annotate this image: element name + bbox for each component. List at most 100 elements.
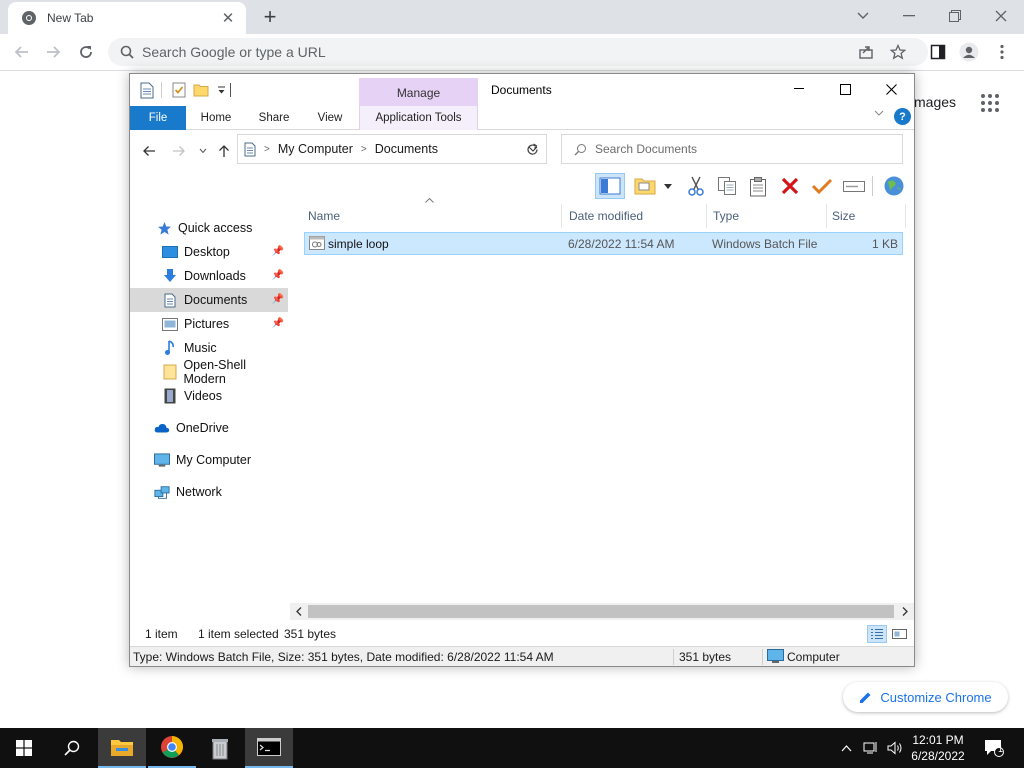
show-hidden-icons-button[interactable] [836,728,856,768]
column-type[interactable]: Type [709,204,827,228]
manage-context-tab[interactable]: Manage [359,78,478,107]
network-tray-icon[interactable] [860,728,882,768]
details-view-button[interactable] [867,625,887,643]
ribbon-tabs: File Home Share View Application Tools [130,106,914,130]
expand-ribbon-icon[interactable] [874,110,884,116]
up-button[interactable] [214,141,234,161]
tab-file[interactable]: File [130,106,186,130]
nav-documents[interactable]: Documents 📌 [130,288,288,312]
reload-button[interactable] [71,34,101,70]
network-icon [154,484,170,500]
folder-options-icon[interactable] [633,173,657,199]
horizontal-scrollbar[interactable] [290,603,914,620]
globe-icon[interactable] [880,173,908,199]
terminal-icon [257,738,281,756]
nav-onedrive[interactable]: OneDrive [130,416,288,440]
minimize-button[interactable] [886,0,932,32]
search-documents-input[interactable] [595,142,875,156]
folder-icon[interactable] [192,80,210,100]
volume-icon[interactable] [884,728,906,768]
nav-downloads[interactable]: Downloads 📌 [130,264,288,288]
copy-icon[interactable] [713,173,741,199]
nav-my-computer[interactable]: My Computer [130,448,288,472]
recent-locations-icon[interactable] [193,141,213,161]
share-icon[interactable] [852,34,880,70]
explorer-minimize-button[interactable] [776,74,822,104]
start-button[interactable] [0,728,48,768]
tab-view[interactable]: View [306,106,354,130]
column-size[interactable]: Size [828,204,906,228]
folder-options-dropdown[interactable] [661,173,675,199]
address-bar[interactable]: > My Computer > Documents [237,134,547,164]
omnibox[interactable] [108,38,928,66]
search-icon [574,143,587,156]
quick-access-dropdown[interactable] [212,80,230,100]
taskbar-search-button[interactable] [48,728,96,768]
details-location: Computer [787,650,840,664]
omnibox-input[interactable] [142,44,742,60]
nav-desktop[interactable]: Desktop 📌 [130,240,288,264]
taskbar-terminal[interactable] [245,728,293,768]
close-icon[interactable]: ✕ [218,8,238,28]
nav-quick-access[interactable]: Quick access [130,216,288,240]
notification-center-button[interactable]: 1 [980,728,1008,768]
nav-network[interactable]: Network [130,480,288,504]
tab-new-tab[interactable]: New Tab ✕ [8,2,246,34]
file-row[interactable]: simple loop 6/28/2022 11:54 AM Windows B… [304,232,903,255]
tab-home[interactable]: Home [190,106,242,130]
crumb-my-computer[interactable]: My Computer [278,142,353,156]
tab-share[interactable]: Share [248,106,300,130]
status-bar: 1 item 1 item selected 351 bytes [130,623,914,645]
images-link[interactable]: mages [914,94,956,110]
apps-grid-icon[interactable] [980,93,1000,113]
crumb-documents[interactable]: Documents [375,142,438,156]
delete-icon[interactable] [776,173,804,199]
large-icons-view-button[interactable] [889,625,909,643]
rename-icon[interactable] [840,173,868,199]
check-icon[interactable] [808,173,836,199]
download-arrow-icon [162,268,178,284]
explorer-forward-button[interactable] [169,141,189,161]
side-panel-icon[interactable] [924,34,952,70]
nav-label: Downloads [184,269,246,283]
search-box[interactable] [561,134,903,164]
new-tab-button[interactable]: + [257,5,283,29]
taskbar-chrome[interactable] [148,728,196,768]
recycle-bin-icon [210,736,230,760]
search-icon [120,45,134,59]
forward-button[interactable] [38,34,68,70]
taskbar-file-explorer[interactable] [98,728,146,768]
scroll-left-icon[interactable] [292,605,306,618]
refresh-button[interactable] [518,134,547,164]
paste-icon[interactable] [744,173,772,199]
chevron-down-icon[interactable] [840,0,886,32]
nav-label: Quick access [178,221,253,235]
customize-chrome-button[interactable]: Customize Chrome [843,682,1008,712]
close-window-button[interactable] [978,0,1024,32]
nav-open-shell-modern[interactable]: Open-Shell Modern [130,358,288,386]
explorer-maximize-button[interactable] [822,74,868,104]
navigation-pane-toggle[interactable] [595,173,625,199]
explorer-back-button[interactable] [139,141,159,161]
nav-videos[interactable]: Videos [130,384,288,408]
tab-application-tools[interactable]: Application Tools [359,106,478,130]
restore-button[interactable] [932,0,978,32]
properties-icon[interactable] [170,80,188,100]
star-icon[interactable] [884,34,912,70]
nav-pictures[interactable]: Pictures 📌 [130,312,288,336]
column-date-modified[interactable]: Date modified [565,204,707,228]
taskbar-recycle-app[interactable] [196,728,244,768]
menu-icon[interactable] [988,34,1016,70]
help-icon[interactable]: ? [894,108,911,125]
cut-icon[interactable] [682,173,710,199]
nav-music[interactable]: Music [130,336,288,360]
profile-icon[interactable] [955,34,983,70]
scroll-right-icon[interactable] [898,605,912,618]
column-name[interactable]: Name [304,204,562,228]
scrollbar-thumb[interactable] [308,605,894,618]
clock[interactable]: 12:01 PM 6/28/2022 [906,732,970,764]
document-icon [162,292,178,308]
document-icon [244,142,256,157]
explorer-close-button[interactable] [868,74,914,104]
back-button[interactable] [7,34,37,70]
